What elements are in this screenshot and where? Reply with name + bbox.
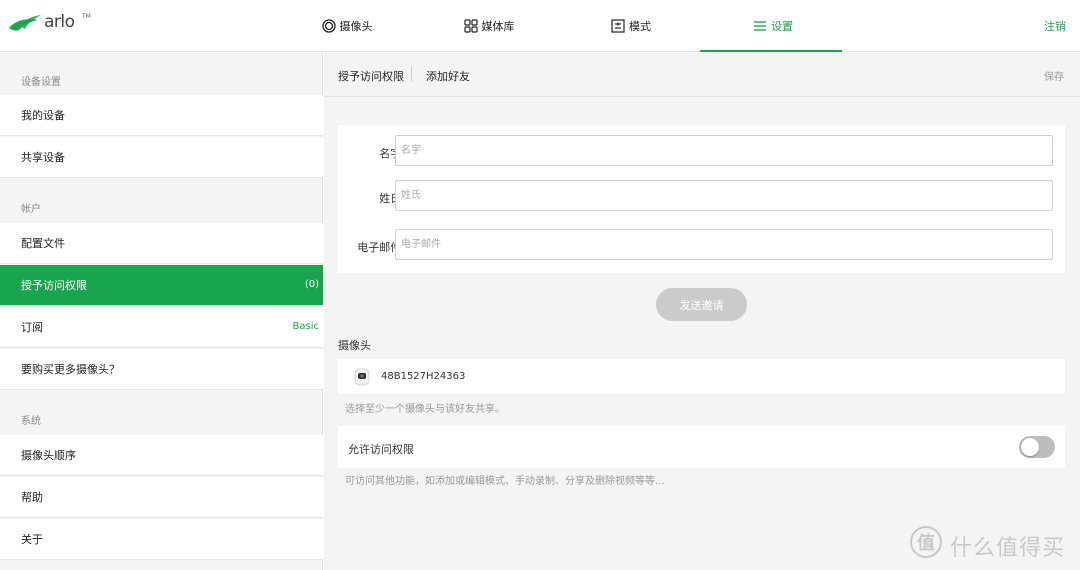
sidebar-item-my-devices[interactable]: 我的设备 <box>0 95 323 136</box>
sidebar-heading-device-settings: 设备设置 <box>21 77 61 88</box>
sidebar-item-label: 我的设备 <box>21 109 65 122</box>
sidebar-item-shared-devices[interactable]: 共享设备 <box>0 137 323 178</box>
active-tab-indicator <box>700 50 842 52</box>
nav-modes[interactable]: 模式 <box>574 0 688 52</box>
allow-access-row: 允许访问权限 <box>338 426 1065 468</box>
camera-icon <box>321 19 336 33</box>
mode-icon <box>611 19 625 33</box>
last-name-row: 姓氏: <box>338 180 1065 212</box>
nav-cameras[interactable]: 摄像头 <box>290 0 404 52</box>
tab-grant-access[interactable]: 授予访问权限 <box>338 68 404 84</box>
save-button[interactable]: 保存 <box>1044 68 1064 83</box>
sidebar-item-label: 共享设备 <box>21 151 65 164</box>
camera-list-item[interactable]: 48B1527H24363 <box>338 359 1065 394</box>
watermark-text: 什么值得买 <box>950 536 1066 561</box>
sidebar-item-label: 要购买更多摄像头？ <box>21 363 120 376</box>
arlo-bird-icon <box>9 15 41 31</box>
nav-modes-label: 模式 <box>629 20 651 33</box>
cameras-heading: 摄像头 <box>338 339 371 352</box>
sidebar-heading-account: 帐户 <box>21 204 41 215</box>
first-name-row: 名字: <box>338 135 1065 167</box>
send-invite-button[interactable]: 发送邀请 <box>656 288 747 321</box>
sidebar-item-label: 摄像头顺序 <box>21 449 76 462</box>
sidebar-item-buy-more-cameras[interactable]: 要购买更多摄像头？ <box>0 349 323 390</box>
grant-access-panel: 授予访问权限 添加好友 保存 名字: 姓氏: 电子邮件: 发送邀请 摄像头 48… <box>324 53 1080 570</box>
settings-sidebar: 设备设置 我的设备 共享设备 帐户 配置文件 授予访问权限 (0) 订阅 Bas… <box>0 53 323 570</box>
allow-access-hint: 可访问其他功能，如添加或编辑模式、手动录制、分享及删除视频等等... <box>345 476 665 487</box>
tab-divider <box>411 67 412 81</box>
watermark: 值 什么值得买 <box>910 524 1075 564</box>
nav-settings[interactable]: 设置 <box>716 0 830 52</box>
sidebar-item-label: 关于 <box>21 533 43 546</box>
camera-share-hint: 选择至少一个摄像头与该好友共享。 <box>345 404 505 415</box>
grant-access-count-badge: (0) <box>304 279 319 290</box>
logout-link[interactable]: 注销 <box>1044 18 1066 34</box>
sidebar-item-help[interactable]: 帮助 <box>0 477 323 518</box>
trademark-mark: TM <box>82 13 91 20</box>
sidebar-item-grant-access[interactable]: 授予访问权限 (0) <box>0 265 323 306</box>
sidebar-item-label: 订阅 <box>21 321 43 334</box>
sidebar-item-label: 配置文件 <box>21 237 65 250</box>
email-row: 电子邮件: <box>338 229 1065 261</box>
sidebar-item-camera-order[interactable]: 摄像头顺序 <box>0 435 323 476</box>
sidebar-item-about[interactable]: 关于 <box>0 519 323 560</box>
email-field[interactable] <box>395 229 1053 260</box>
sidebar-item-profile[interactable]: 配置文件 <box>0 223 323 264</box>
first-name-field[interactable] <box>395 135 1053 166</box>
top-navigation: arlo TM 摄像头 媒体库 模式 设置 注销 <box>0 0 1080 52</box>
allow-access-toggle[interactable] <box>1019 436 1055 458</box>
arlo-camera-icon <box>352 367 372 387</box>
sidebar-item-label: 授予访问权限 <box>21 279 87 292</box>
library-grid-icon <box>463 19 478 33</box>
nav-settings-label: 设置 <box>771 20 793 33</box>
nav-cameras-label: 摄像头 <box>339 20 373 33</box>
sub-tabs: 授予访问权限 添加好友 保存 <box>324 53 1080 97</box>
sidebar-item-subscription[interactable]: 订阅 Basic <box>0 307 323 348</box>
sidebar-heading-system: 系统 <box>21 416 41 427</box>
subscription-plan-value: Basic <box>292 321 319 332</box>
menu-icon <box>753 19 767 33</box>
camera-serial: 48B1527H24363 <box>381 371 466 382</box>
tab-add-friend[interactable]: 添加好友 <box>426 68 470 84</box>
watermark-logo-icon: 值 <box>910 526 942 558</box>
toggle-knob <box>1021 438 1039 456</box>
friend-form: 名字: 姓氏: 电子邮件: <box>338 125 1065 273</box>
sidebar-item-label: 帮助 <box>21 491 43 504</box>
allow-access-label: 允许访问权限 <box>348 443 414 456</box>
brand-name: arlo <box>44 12 75 32</box>
arlo-logo[interactable]: arlo TM <box>8 10 91 40</box>
nav-library-label: 媒体库 <box>481 20 515 33</box>
last-name-field[interactable] <box>395 180 1053 211</box>
nav-library[interactable]: 媒体库 <box>432 0 546 52</box>
